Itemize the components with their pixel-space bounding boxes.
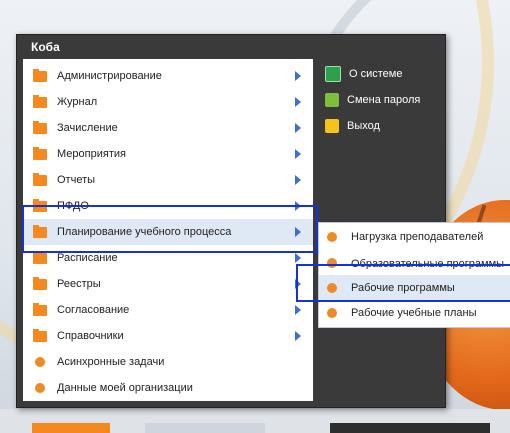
dot-icon [35, 383, 45, 393]
folder-icon [33, 302, 47, 316]
chevron-right-icon [295, 331, 301, 341]
folder-icon [33, 94, 47, 108]
menu-item-label: Журнал [57, 96, 98, 108]
menu-item-reports[interactable]: Отчеты [23, 167, 313, 193]
submenu-item-teacher-load[interactable]: Нагрузка преподавателей [319, 224, 510, 250]
menu-right-pane: О системе Смена пароля Выход [317, 59, 437, 179]
menu-item-registries[interactable]: Реестры [23, 271, 313, 297]
menu-item-label: Согласование [57, 304, 130, 316]
taskbar-button[interactable] [330, 423, 490, 433]
dot-icon [327, 308, 337, 318]
menu-item-label: Справочники [57, 330, 124, 342]
menu-item-label: Выход [347, 120, 380, 132]
folder-icon [33, 328, 47, 342]
menu-item-logout[interactable]: Выход [317, 113, 437, 139]
menu-item-change-password[interactable]: Смена пароля [317, 87, 437, 113]
monitor-icon [325, 66, 341, 82]
chevron-right-icon [295, 305, 301, 315]
key-icon [325, 119, 339, 133]
submenu-item-label: Рабочие учебные планы [351, 307, 477, 319]
menu-item-label: Асинхронные задачи [57, 356, 165, 368]
folder-icon [33, 250, 47, 264]
menu-item-label: Мероприятия [57, 148, 126, 160]
menu-item-label: Расписание [57, 252, 118, 264]
submenu-item-label: Нагрузка преподавателей [351, 231, 484, 243]
menu-item-label: Данные моей организации [57, 382, 193, 394]
menu-item-administration[interactable]: Администрирование [23, 63, 313, 89]
chevron-right-icon [295, 175, 301, 185]
menu-item-organization-data[interactable]: Данные моей организации [23, 375, 313, 401]
menu-item-label: Смена пароля [347, 94, 421, 106]
menu-item-label: Реестры [57, 278, 101, 290]
menu-item-enrollment[interactable]: Зачисление [23, 115, 313, 141]
menu-item-label: Отчеты [57, 174, 96, 186]
menu-item-approval[interactable]: Согласование [23, 297, 313, 323]
chevron-right-icon [295, 123, 301, 133]
highlight-box-planning [22, 205, 318, 253]
dot-icon [35, 357, 45, 367]
folder-icon [33, 172, 47, 186]
folder-icon [33, 68, 47, 82]
menu-item-label: Администрирование [57, 70, 162, 82]
taskbar-start-button[interactable] [32, 423, 110, 433]
taskbar [0, 409, 510, 433]
chevron-right-icon [295, 253, 301, 263]
chevron-right-icon [295, 149, 301, 159]
menu-item-events[interactable]: Мероприятия [23, 141, 313, 167]
menu-item-about[interactable]: О системе [317, 61, 437, 87]
folder-icon [33, 146, 47, 160]
chevron-right-icon [295, 97, 301, 107]
menu-item-directories[interactable]: Справочники [23, 323, 313, 349]
submenu-item-curricula[interactable]: Рабочие учебные планы [319, 300, 510, 326]
menu-item-async-tasks[interactable]: Асинхронные задачи [23, 349, 313, 375]
folder-icon [33, 276, 47, 290]
folder-icon [33, 120, 47, 134]
menu-item-journal[interactable]: Журнал [23, 89, 313, 115]
users-icon [325, 93, 339, 107]
menu-user-title: Коба [31, 40, 60, 54]
taskbar-button[interactable] [145, 423, 265, 433]
menu-item-label: О системе [349, 68, 403, 80]
highlight-box-work-programs [296, 264, 510, 302]
menu-item-label: Зачисление [57, 122, 118, 134]
chevron-right-icon [295, 71, 301, 81]
dot-icon [327, 232, 337, 242]
